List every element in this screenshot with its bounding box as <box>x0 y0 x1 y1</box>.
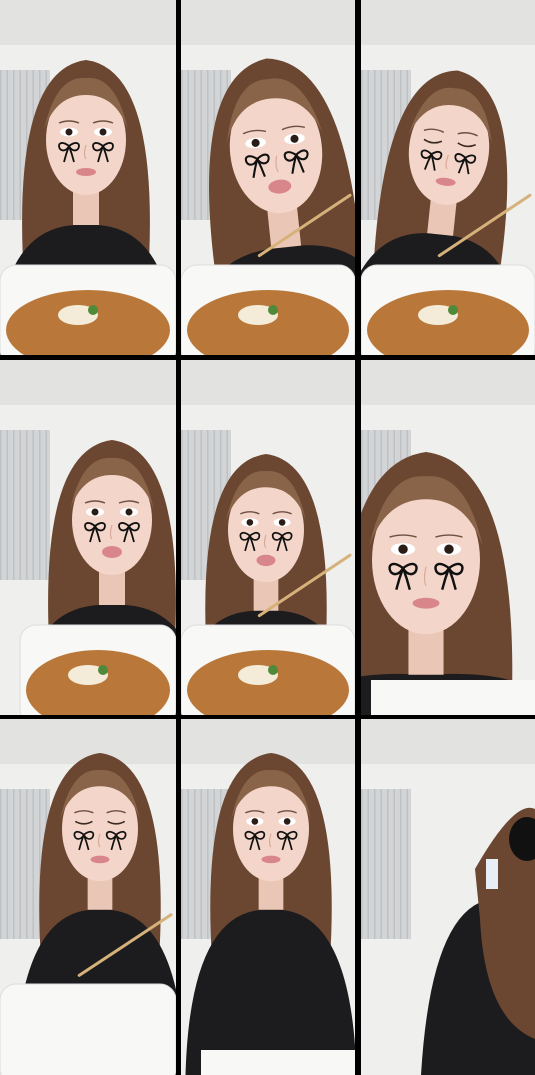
pupil-right <box>125 508 133 516</box>
ceiling <box>0 0 176 45</box>
water-bottle <box>486 859 498 889</box>
frame-scene <box>0 360 176 715</box>
pupil-right <box>283 818 291 825</box>
ceiling <box>361 719 535 764</box>
bowl-rim <box>0 983 176 1075</box>
pupil-right <box>278 519 286 526</box>
pupil-left <box>91 508 99 516</box>
lips <box>102 546 122 558</box>
video-frame-8 <box>181 719 355 1075</box>
frame-scene <box>181 0 355 355</box>
frame-scene <box>361 0 535 355</box>
video-frame-grid <box>0 0 535 1075</box>
pupil-right <box>99 128 107 136</box>
lips <box>256 554 276 567</box>
katsudon-bowl <box>361 264 535 355</box>
frame-scene <box>181 719 355 1075</box>
window-blinds <box>0 430 50 580</box>
lips <box>76 168 96 176</box>
frame-scene <box>361 719 535 1075</box>
video-frame-9 <box>361 719 535 1075</box>
ceiling <box>361 0 535 45</box>
katsudon-bowl <box>0 264 176 355</box>
frame-scene <box>0 0 176 355</box>
ceiling <box>181 0 355 45</box>
katsudon-bowl <box>181 264 355 355</box>
frame-scene <box>361 360 535 715</box>
video-frame-2 <box>181 0 355 355</box>
pupil-left <box>246 519 254 526</box>
video-frame-4 <box>0 360 176 715</box>
video-frame-6 <box>361 360 535 715</box>
ceiling <box>0 360 176 405</box>
video-frame-3 <box>361 0 535 355</box>
pupil-left <box>251 818 259 825</box>
frame-scene <box>181 360 355 715</box>
ceiling <box>181 360 355 405</box>
pupil-left <box>398 544 408 554</box>
lips <box>90 855 110 864</box>
pupil-right <box>444 544 454 554</box>
green-onion <box>268 305 278 315</box>
katsudon-bowl <box>19 624 176 715</box>
katsudon-bowl <box>181 624 355 715</box>
lips <box>412 597 440 609</box>
frame-scene <box>0 719 176 1075</box>
tray <box>201 1050 355 1075</box>
ceiling <box>361 360 535 405</box>
video-frame-5 <box>181 360 355 715</box>
green-onion <box>98 665 108 675</box>
green-onion <box>448 305 458 315</box>
pupil-left <box>65 128 73 136</box>
lips <box>261 855 281 864</box>
empty-bowl <box>0 983 176 1075</box>
video-frame-7 <box>0 719 176 1075</box>
video-frame-1 <box>0 0 176 355</box>
tray <box>371 680 535 715</box>
window-blinds <box>361 789 411 939</box>
green-onion <box>88 305 98 315</box>
green-onion <box>268 665 278 675</box>
